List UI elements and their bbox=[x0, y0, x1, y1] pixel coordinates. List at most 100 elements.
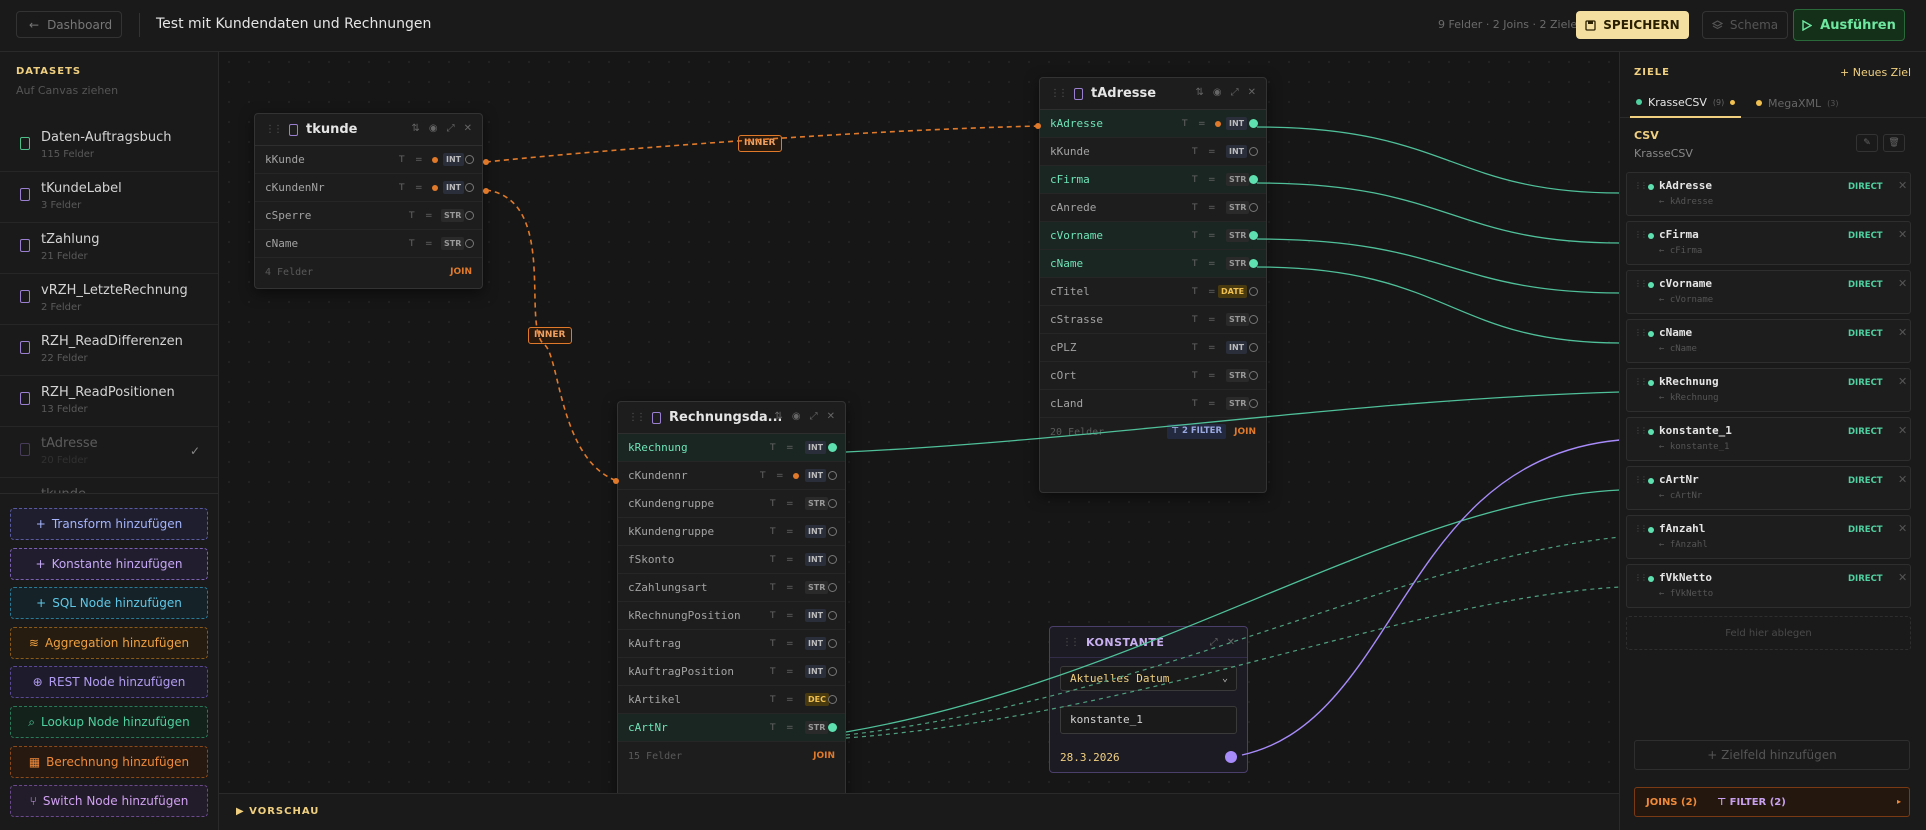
close-icon[interactable]: ✕ bbox=[1227, 637, 1235, 648]
output-port[interactable] bbox=[1249, 203, 1258, 212]
trash-icon[interactable]: 🗑 bbox=[1883, 134, 1905, 152]
constant-node[interactable]: ⋮⋮ KONSTANTE ⤢ ✕ Aktuelles Datum ⌄ konstan… bbox=[1049, 626, 1248, 773]
close-icon[interactable]: ✕ bbox=[827, 411, 835, 422]
join-badge-inner[interactable]: INNER bbox=[528, 327, 572, 344]
output-port[interactable] bbox=[465, 183, 474, 192]
field-row[interactable]: cOrt T = STR bbox=[1040, 362, 1266, 390]
output-port[interactable] bbox=[465, 239, 474, 248]
field-row[interactable]: kRechnungPosition T = INT bbox=[618, 602, 845, 630]
node-header[interactable]: ⋮⋮ Rechnungsda... ⇅ ◉ ⤢ ✕ bbox=[618, 402, 845, 434]
drag-handle-icon[interactable]: ⋮⋮ bbox=[628, 412, 646, 423]
mapping-type-badge[interactable]: DIRECT bbox=[1848, 427, 1883, 437]
close-icon[interactable]: ✕ bbox=[464, 123, 472, 134]
drag-handle-icon[interactable]: ⋮⋮ bbox=[1050, 88, 1068, 99]
close-icon[interactable]: ✕ bbox=[1898, 277, 1907, 290]
field-row[interactable]: kRechnung T = INT bbox=[618, 434, 845, 462]
drag-handle-icon[interactable]: ⋮⋮ bbox=[1634, 426, 1648, 435]
output-port[interactable] bbox=[828, 723, 837, 732]
drag-handle-icon[interactable]: ⋮⋮ bbox=[1634, 279, 1648, 288]
output-port[interactable] bbox=[1249, 119, 1258, 128]
output-port[interactable] bbox=[1249, 371, 1258, 380]
field-row[interactable]: cFirma T = STR bbox=[1040, 166, 1266, 194]
join-button[interactable]: JOIN bbox=[813, 751, 835, 761]
join-button[interactable]: JOIN bbox=[1234, 427, 1256, 437]
output-port[interactable] bbox=[1249, 231, 1258, 240]
drag-handle-icon[interactable]: ⋮⋮ bbox=[265, 124, 283, 135]
mapping-type-badge[interactable]: DIRECT bbox=[1848, 525, 1883, 535]
expand-icon[interactable]: ⤢ bbox=[810, 411, 818, 422]
add-sql-node-button[interactable]: + SQL Node hinzufügen bbox=[10, 587, 208, 619]
dataset-node-tkunde[interactable]: ⋮⋮ tkunde ⇅ ◉ ⤢ ✕ kKunde T = INT cKundenNr T = IN… bbox=[254, 113, 483, 289]
mapping-type-badge[interactable]: DIRECT bbox=[1848, 476, 1883, 486]
join-badge-inner[interactable]: INNER bbox=[738, 135, 782, 152]
close-icon[interactable]: ✕ bbox=[1898, 473, 1907, 486]
eye-icon[interactable]: ◉ bbox=[792, 411, 801, 422]
output-port[interactable] bbox=[828, 471, 837, 480]
dataset-item-on-canvas[interactable]: tAdresse 20 Felder ✓ bbox=[0, 428, 218, 478]
eye-icon[interactable]: ◉ bbox=[429, 123, 438, 134]
mapping-type-badge[interactable]: DIRECT bbox=[1848, 231, 1883, 241]
output-port[interactable] bbox=[1249, 399, 1258, 408]
field-row[interactable]: cPLZ T = INT bbox=[1040, 334, 1266, 362]
field-row[interactable]: kAuftragPosition T = INT bbox=[618, 658, 845, 686]
add-transform-button[interactable]: + Transform hinzufügen bbox=[10, 508, 208, 540]
add-aggregation-button[interactable]: ≋ Aggregation hinzufügen bbox=[10, 627, 208, 659]
target-field[interactable]: ⋮⋮ cName ← cName DIRECT ✕ bbox=[1626, 319, 1911, 363]
target-field[interactable]: ⋮⋮ cArtNr ← cArtNr DIRECT ✕ bbox=[1626, 466, 1911, 510]
node-header[interactable]: ⋮⋮ KONSTANTE ⤢ ✕ bbox=[1050, 627, 1247, 658]
field-row[interactable]: cAnrede T = STR bbox=[1040, 194, 1266, 222]
mapping-type-badge[interactable]: DIRECT bbox=[1848, 280, 1883, 290]
dataset-item[interactable]: RZH_ReadPositionen 13 Felder bbox=[0, 377, 218, 427]
mapping-type-badge[interactable]: DIRECT bbox=[1848, 574, 1883, 584]
close-icon[interactable]: ✕ bbox=[1898, 179, 1907, 192]
new-target-button[interactable]: + Neues Ziel bbox=[1840, 66, 1911, 79]
drag-handle-icon[interactable]: ⋮⋮ bbox=[1634, 181, 1648, 190]
output-port[interactable] bbox=[828, 499, 837, 508]
field-row[interactable]: cLand T = STR bbox=[1040, 390, 1266, 418]
drag-handle-icon[interactable]: ⋮⋮ bbox=[1634, 524, 1648, 533]
target-field[interactable]: ⋮⋮ fVkNetto ← fVkNetto DIRECT ✕ bbox=[1626, 564, 1911, 608]
dataset-item[interactable]: Daten-Auftragsbuch 115 Felder bbox=[0, 122, 218, 172]
sort-icon[interactable]: ⇅ bbox=[1195, 87, 1203, 98]
expand-icon[interactable]: ⤢ bbox=[1231, 87, 1239, 98]
tab-megaxml[interactable]: MegaXML (3) bbox=[1756, 88, 1838, 118]
drag-handle-icon[interactable]: ⋮⋮ bbox=[1634, 573, 1648, 582]
output-port[interactable] bbox=[1249, 147, 1258, 156]
field-row[interactable]: cSperre T = STR bbox=[255, 202, 482, 230]
drag-handle-icon[interactable]: ⋮⋮ bbox=[1634, 230, 1648, 239]
field-row[interactable]: cArtNr T = STR bbox=[618, 714, 845, 742]
target-field[interactable]: ⋮⋮ kAdresse ← kAdresse DIRECT ✕ bbox=[1626, 172, 1911, 216]
field-drop-zone[interactable]: Feld hier ablegen bbox=[1626, 616, 1911, 650]
field-row[interactable]: cName T = STR bbox=[255, 230, 482, 258]
output-port[interactable] bbox=[1249, 343, 1258, 352]
edit-icon[interactable]: ✎ bbox=[1856, 134, 1878, 152]
dataset-node-tadresse[interactable]: ⋮⋮ tAdresse ⇅ ◉ ⤢ ✕ kAdresse T = INT kKunde T = IN… bbox=[1039, 77, 1267, 493]
drag-handle-icon[interactable]: ⋮⋮ bbox=[1634, 377, 1648, 386]
target-field[interactable]: ⋮⋮ konstante_1 ← konstante_1 DIRECT ✕ bbox=[1626, 417, 1911, 461]
dataset-item[interactable]: tKundeLabel 3 Felder bbox=[0, 173, 218, 223]
close-icon[interactable]: ✕ bbox=[1898, 228, 1907, 241]
field-row[interactable]: cVorname T = STR bbox=[1040, 222, 1266, 250]
drag-handle-icon[interactable]: ⋮⋮ bbox=[1062, 637, 1080, 648]
target-field[interactable]: ⋮⋮ fAnzahl ← fAnzahl DIRECT ✕ bbox=[1626, 515, 1911, 559]
expand-icon[interactable]: ⤢ bbox=[447, 123, 455, 134]
add-switch-node-button[interactable]: ⑂ Switch Node hinzufügen bbox=[10, 785, 208, 817]
add-calculation-button[interactable]: ▦ Berechnung hinzufügen bbox=[10, 746, 208, 778]
page-title[interactable]: Test mit Kundendaten und Rechnungen bbox=[156, 16, 431, 32]
eye-icon[interactable]: ◉ bbox=[1213, 87, 1222, 98]
join-button[interactable]: JOIN bbox=[450, 267, 472, 277]
field-row[interactable]: kKunde T = INT bbox=[1040, 138, 1266, 166]
field-row[interactable]: kAdresse T = INT bbox=[1040, 110, 1266, 138]
schema-button[interactable]: Schema bbox=[1702, 11, 1788, 39]
close-icon[interactable]: ✕ bbox=[1898, 571, 1907, 584]
field-row[interactable]: cName T = STR bbox=[1040, 250, 1266, 278]
output-port[interactable] bbox=[1225, 751, 1237, 763]
field-row[interactable]: kKunde T = INT bbox=[255, 146, 482, 174]
drag-handle-icon[interactable]: ⋮⋮ bbox=[1634, 475, 1648, 484]
field-row[interactable]: kArtikel T = DEC bbox=[618, 686, 845, 714]
field-row[interactable]: kKundengruppe T = INT bbox=[618, 518, 845, 546]
output-port[interactable] bbox=[828, 695, 837, 704]
output-port[interactable] bbox=[465, 155, 474, 164]
dataset-item[interactable]: RZH_ReadDifferenzen 22 Felder bbox=[0, 326, 218, 376]
sort-icon[interactable]: ⇅ bbox=[411, 123, 419, 134]
